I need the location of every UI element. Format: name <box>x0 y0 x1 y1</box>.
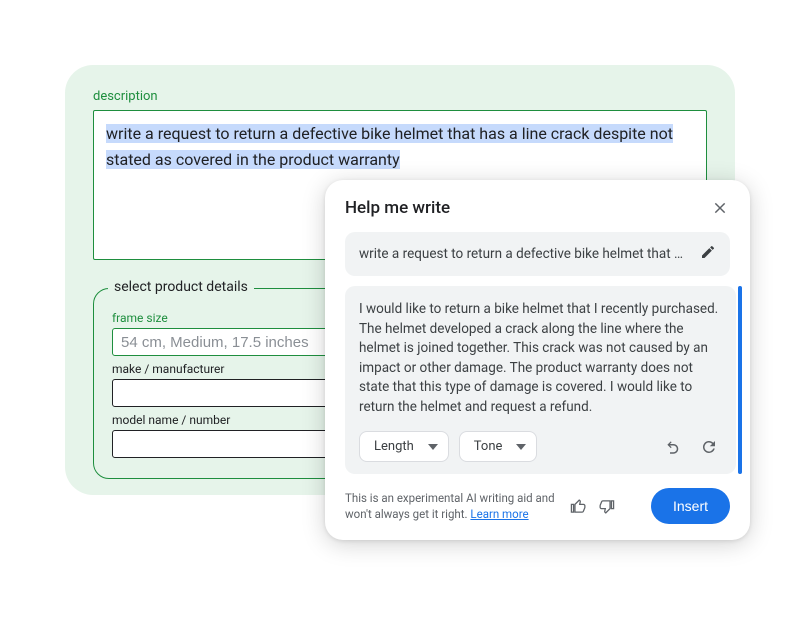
accent-bar <box>738 286 742 474</box>
tone-dropdown-label: Tone <box>474 439 503 454</box>
make-label: make / manufacturer <box>112 362 354 376</box>
learn-more-link[interactable]: Learn more <box>470 507 528 521</box>
refresh-icon[interactable] <box>696 434 722 460</box>
result-text: I would like to return a bike helmet tha… <box>359 300 722 417</box>
close-icon[interactable] <box>710 198 730 218</box>
fieldset-legend: select product details <box>108 279 254 295</box>
prompt-chip-text: write a request to return a defective bi… <box>359 246 690 262</box>
frame-size-input[interactable] <box>112 328 354 356</box>
result-controls: Length Tone <box>359 431 722 462</box>
description-text: write a request to return a defective bi… <box>106 124 673 169</box>
description-label: description <box>93 89 707 104</box>
prompt-chip[interactable]: write a request to return a defective bi… <box>345 232 730 276</box>
model-label: model name / number <box>112 413 354 427</box>
disclaimer-text: This is an experimental AI writing aid a… <box>345 490 555 522</box>
feedback-icons <box>565 493 619 519</box>
pencil-icon[interactable] <box>700 244 716 264</box>
thumbs-down-icon[interactable] <box>593 493 619 519</box>
undo-icon[interactable] <box>660 434 686 460</box>
popover-footer: This is an experimental AI writing aid a… <box>325 474 750 524</box>
length-dropdown-label: Length <box>374 439 414 454</box>
make-input[interactable] <box>112 379 354 407</box>
frame-size-label: frame size <box>112 311 354 325</box>
tone-dropdown[interactable]: Tone <box>459 431 538 462</box>
caret-down-icon <box>428 442 438 452</box>
popover-title: Help me write <box>345 198 450 218</box>
help-me-write-popover: Help me write write a request to return … <box>325 180 750 540</box>
thumbs-up-icon[interactable] <box>565 493 591 519</box>
insert-button[interactable]: Insert <box>651 488 730 524</box>
popover-header: Help me write <box>325 198 750 232</box>
result-block: I would like to return a bike helmet tha… <box>345 286 736 474</box>
model-input[interactable] <box>112 430 354 458</box>
length-dropdown[interactable]: Length <box>359 431 449 462</box>
caret-down-icon <box>516 442 526 452</box>
